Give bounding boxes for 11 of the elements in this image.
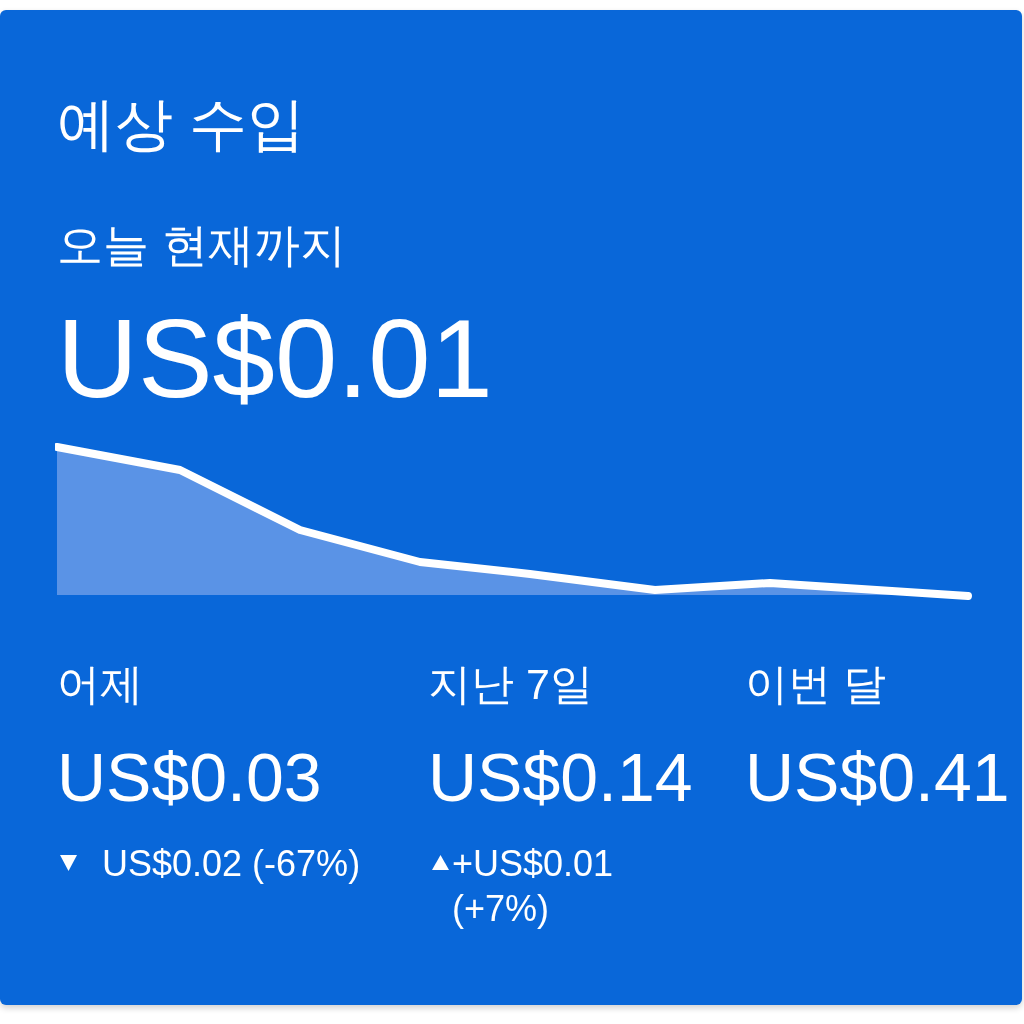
period-amount: US$0.14 [428,743,693,811]
change-text: +US$0.01 (+7%) [452,842,615,931]
period-label: 지난 7일 [428,659,593,709]
period-label: 이번 달 [745,659,886,709]
today-amount: US$0.01 [57,303,493,415]
period-amount: US$0.41 [745,743,1010,811]
period-label: 어제 [57,659,143,709]
change-text: US$0.02 (-67%) [102,842,361,886]
period-amount: US$0.03 [57,743,322,811]
today-label: 오늘 현재까지 [57,218,346,272]
card-title: 예상 수입 [57,90,306,158]
